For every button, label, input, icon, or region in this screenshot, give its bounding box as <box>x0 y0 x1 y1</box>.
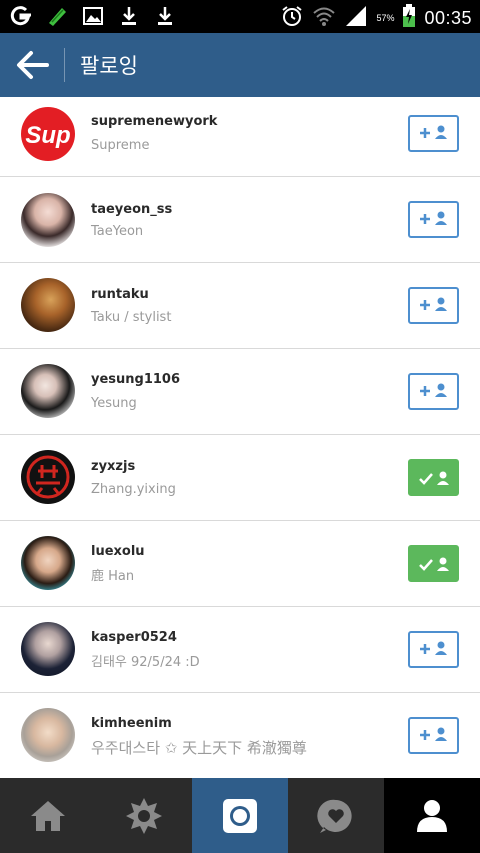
avatar[interactable] <box>21 450 75 504</box>
list-item[interactable]: kasper0524 김태우 92/5/24 :D <box>0 607 480 693</box>
avatar[interactable] <box>21 536 75 590</box>
camera-icon <box>223 798 257 833</box>
full-name: Taku / stylist <box>91 310 172 325</box>
full-name: Zhang.yixing <box>91 482 176 497</box>
following-button[interactable] <box>408 545 459 582</box>
avatar[interactable] <box>21 622 75 676</box>
username[interactable]: yesung1106 <box>91 372 180 387</box>
avatar[interactable] <box>21 708 75 762</box>
avatar[interactable]: Sup <box>21 107 75 161</box>
follow-button[interactable] <box>408 201 459 238</box>
add-user-icon <box>420 727 447 741</box>
list-item[interactable]: Sup supremenewyork Supreme <box>0 97 480 177</box>
clock: 00:35 <box>424 7 472 28</box>
username[interactable]: runtaku <box>91 287 149 302</box>
page-title: 팔로잉 <box>80 54 138 78</box>
username[interactable]: supremenewyork <box>91 114 217 129</box>
follow-button[interactable] <box>408 717 459 754</box>
follow-button[interactable] <box>408 287 459 324</box>
arrow-left-icon <box>17 51 49 79</box>
follow-button[interactable] <box>408 373 459 410</box>
bottom-tab-bar <box>0 778 480 853</box>
add-user-icon <box>420 297 447 311</box>
pen-icon <box>46 5 68 27</box>
full-name: 우주대스타 ✩ 天上天下 希澈獨尊 <box>91 739 307 757</box>
list-item[interactable]: kimheenim 우주대스타 ✩ 天上天下 希澈獨尊 <box>0 693 480 778</box>
full-name: Supreme <box>91 138 150 153</box>
app-bar: 팔로잉 <box>0 33 480 97</box>
full-name: 鹿 Han <box>91 569 135 584</box>
username[interactable]: kasper0524 <box>91 630 177 645</box>
battery-charging-icon <box>402 4 416 32</box>
following-button[interactable] <box>408 459 459 496</box>
list-item[interactable]: runtaku Taku / stylist <box>0 263 480 349</box>
list-item[interactable]: taeyeon_ss TaeYeon <box>0 177 480 263</box>
follow-button[interactable] <box>408 115 459 152</box>
tab-camera[interactable] <box>192 778 288 853</box>
username[interactable]: luexolu <box>91 544 145 559</box>
add-user-icon <box>420 125 447 139</box>
username[interactable]: taeyeon_ss <box>91 202 172 217</box>
tab-news[interactable] <box>288 778 384 853</box>
add-user-icon <box>420 211 447 225</box>
user-check-icon <box>419 471 449 485</box>
username[interactable]: zyxzjs <box>91 459 135 474</box>
image-icon <box>82 5 104 27</box>
home-icon <box>31 800 65 831</box>
full-name: Yesung <box>91 396 137 411</box>
username[interactable]: kimheenim <box>91 716 172 731</box>
full-name: TaeYeon <box>91 224 144 239</box>
back-button[interactable] <box>14 49 50 81</box>
avatar[interactable] <box>21 193 75 247</box>
explore-icon <box>126 797 162 834</box>
signal-icon <box>344 4 368 32</box>
heart-bubble-icon <box>317 799 352 833</box>
avatar[interactable] <box>21 278 75 332</box>
battery-percent: 57% <box>376 13 395 23</box>
download-icon <box>154 5 176 27</box>
header-divider <box>64 48 65 82</box>
add-user-icon <box>420 641 447 655</box>
status-bar: 57% 00:35 <box>0 0 480 33</box>
download-icon <box>118 5 140 27</box>
add-user-icon <box>420 383 447 397</box>
alarm-icon <box>280 4 304 32</box>
follow-button[interactable] <box>408 631 459 668</box>
user-check-icon <box>419 557 449 571</box>
profile-icon <box>417 799 447 832</box>
avatar[interactable] <box>21 364 75 418</box>
list-item[interactable]: zyxzjs Zhang.yixing <box>0 435 480 521</box>
list-item[interactable]: yesung1106 Yesung <box>0 349 480 435</box>
avatar-logo-text: Sup <box>25 122 70 149</box>
list-item[interactable]: luexolu 鹿 Han <box>0 521 480 607</box>
full-name: 김태우 92/5/24 :D <box>91 655 200 670</box>
following-list: Sup supremenewyork Supreme taeyeon_ss Ta… <box>0 97 480 778</box>
app-notification-icon <box>10 5 32 27</box>
tab-explore[interactable] <box>96 778 192 853</box>
wifi-icon <box>312 4 336 32</box>
tab-profile[interactable] <box>384 778 480 853</box>
tab-home[interactable] <box>0 778 96 853</box>
